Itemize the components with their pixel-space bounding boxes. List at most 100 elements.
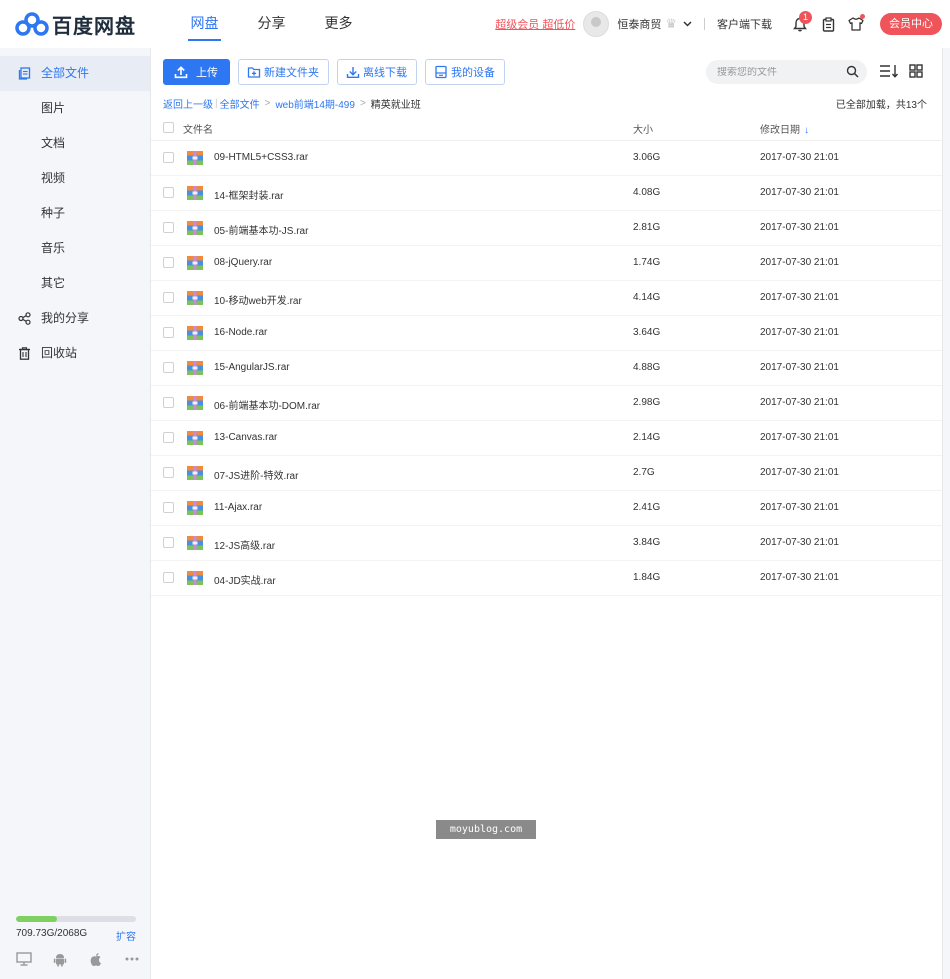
username[interactable]: 恒泰商贸 xyxy=(617,16,661,32)
sidebar-item-docs[interactable]: 文档 xyxy=(0,126,150,161)
row-checkbox[interactable] xyxy=(163,187,174,198)
apple-icon[interactable] xyxy=(88,952,104,968)
sort-icon[interactable] xyxy=(879,64,899,78)
avatar[interactable] xyxy=(583,11,610,37)
my-devices-button[interactable]: 我的设备 xyxy=(425,59,505,85)
breadcrumb-back[interactable]: 返回上一级 xyxy=(163,96,213,111)
clipboard-button[interactable] xyxy=(814,10,842,38)
table-row[interactable]: 14-框架封装.rar 4.08G 2017-07-30 21:01 xyxy=(151,176,942,211)
new-folder-label: 新建文件夹 xyxy=(264,67,319,79)
file-name[interactable]: 16-Node.rar xyxy=(214,327,267,338)
android-icon[interactable] xyxy=(52,952,68,968)
row-checkbox[interactable] xyxy=(163,572,174,583)
rar-file-icon xyxy=(187,291,203,305)
notification-button[interactable]: 1 xyxy=(786,10,814,38)
file-size: 2.7G xyxy=(633,467,655,478)
sidebar-item-recycle-bin[interactable]: 回收站 xyxy=(0,336,150,371)
column-header-size[interactable]: 大小 xyxy=(633,121,653,136)
logo[interactable]: 百度网盘 xyxy=(14,10,144,39)
file-name[interactable]: 13-Canvas.rar xyxy=(214,432,277,443)
sidebar-item-torrents[interactable]: 种子 xyxy=(0,196,150,231)
file-name[interactable]: 11-Ajax.rar xyxy=(214,502,262,513)
table-row[interactable]: 06-前端基本功-DOM.rar 2.98G 2017-07-30 21:01 xyxy=(151,386,942,421)
table-row[interactable]: 11-Ajax.rar 2.41G 2017-07-30 21:01 xyxy=(151,491,942,526)
breadcrumb-divider: | xyxy=(215,98,218,109)
file-name[interactable]: 15-AngularJS.rar xyxy=(214,362,290,373)
table-row[interactable]: 08-jQuery.rar 1.74G 2017-07-30 21:01 xyxy=(151,246,942,281)
sidebar-item-other[interactable]: 其它 xyxy=(0,266,150,301)
vip-promo-link[interactable]: 超级会员 超低价 xyxy=(495,16,575,32)
table-row[interactable]: 13-Canvas.rar 2.14G 2017-07-30 21:01 xyxy=(151,421,942,456)
sidebar-item-all-files[interactable]: 全部文件 xyxy=(0,56,150,91)
table-row[interactable]: 04-JD实战.rar 1.84G 2017-07-30 21:01 xyxy=(151,561,942,596)
row-checkbox[interactable] xyxy=(163,432,174,443)
breadcrumb-all-files[interactable]: 全部文件 xyxy=(220,96,260,111)
upload-button[interactable]: 上传 xyxy=(163,59,230,85)
table-row[interactable]: 15-AngularJS.rar 4.88G 2017-07-30 21:01 xyxy=(151,351,942,386)
row-checkbox[interactable] xyxy=(163,467,174,478)
row-checkbox[interactable] xyxy=(163,397,174,408)
load-status: 已全部加载，共13个 xyxy=(835,100,927,111)
nav-tab-disk[interactable]: 网盘 xyxy=(171,0,238,48)
rar-file-icon xyxy=(187,326,203,340)
sidebar-item-music[interactable]: 音乐 xyxy=(0,231,150,266)
file-date: 2017-07-30 21:01 xyxy=(760,222,839,233)
rar-file-icon xyxy=(187,361,203,375)
table-row[interactable]: 07-JS进阶-特效.rar 2.7G 2017-07-30 21:01 xyxy=(151,456,942,491)
table-row[interactable]: 12-JS高级.rar 3.84G 2017-07-30 21:01 xyxy=(151,526,942,561)
sidebar-item-label: 图片 xyxy=(41,101,66,115)
nav-tab-share[interactable]: 分享 xyxy=(238,0,305,48)
grid-view-icon[interactable] xyxy=(909,64,923,78)
table-row[interactable]: 10-移动web开发.rar 4.14G 2017-07-30 21:01 xyxy=(151,281,942,316)
search-box xyxy=(706,60,867,84)
file-name[interactable]: 08-jQuery.rar xyxy=(214,257,272,268)
sidebar-item-my-share[interactable]: 我的分享 xyxy=(0,301,150,336)
sidebar-item-images[interactable]: 图片 xyxy=(0,91,150,126)
file-name[interactable]: 09-HTML5+CSS3.rar xyxy=(214,152,308,163)
nav-tab-more[interactable]: 更多 xyxy=(305,0,372,48)
column-header-date[interactable]: 修改日期 ↓ xyxy=(760,121,809,136)
file-name[interactable]: 10-移动web开发.rar xyxy=(214,292,302,307)
row-checkbox[interactable] xyxy=(163,502,174,513)
row-checkbox[interactable] xyxy=(163,327,174,338)
row-checkbox[interactable] xyxy=(163,292,174,303)
column-header-name[interactable]: 文件名 xyxy=(183,121,213,136)
file-name[interactable]: 05-前端基本功-JS.rar xyxy=(214,222,308,237)
row-checkbox[interactable] xyxy=(163,257,174,268)
sidebar-item-label: 回收站 xyxy=(41,346,78,360)
new-folder-button[interactable]: 新建文件夹 xyxy=(238,59,329,85)
more-icon[interactable] xyxy=(124,952,140,968)
expand-storage-link[interactable]: 扩容 xyxy=(116,928,136,943)
table-row[interactable]: 09-HTML5+CSS3.rar 3.06G 2017-07-30 21:01 xyxy=(151,141,942,176)
search-input[interactable] xyxy=(717,66,842,78)
sidebar-item-videos[interactable]: 视频 xyxy=(0,161,150,196)
skin-button[interactable] xyxy=(842,10,870,38)
file-name[interactable]: 14-框架封装.rar xyxy=(214,187,283,202)
file-name[interactable]: 04-JD实战.rar xyxy=(214,572,276,587)
select-all-checkbox[interactable] xyxy=(163,122,174,133)
offline-download-label: 离线下载 xyxy=(363,67,407,79)
file-date: 2017-07-30 21:01 xyxy=(760,152,839,163)
clipboard-icon xyxy=(822,16,834,32)
client-download-link[interactable]: 客户端下载 xyxy=(717,16,772,32)
file-name[interactable]: 06-前端基本功-DOM.rar xyxy=(214,397,320,412)
row-checkbox[interactable] xyxy=(163,152,174,163)
table-header: 文件名 大小 修改日期 ↓ xyxy=(151,115,942,141)
row-checkbox[interactable] xyxy=(163,362,174,373)
cloud-logo-icon xyxy=(15,12,49,36)
table-row[interactable]: 16-Node.rar 3.64G 2017-07-30 21:01 xyxy=(151,316,942,351)
row-checkbox[interactable] xyxy=(163,537,174,548)
row-checkbox[interactable] xyxy=(163,222,174,233)
client-platforms xyxy=(16,952,140,968)
table-row[interactable]: 05-前端基本功-JS.rar 2.81G 2017-07-30 21:01 xyxy=(151,211,942,246)
file-size: 3.84G xyxy=(633,537,661,548)
desktop-icon[interactable] xyxy=(16,952,32,968)
offline-download-button[interactable]: 离线下载 xyxy=(337,59,417,85)
member-center-button[interactable]: 会员中心 xyxy=(880,13,942,35)
breadcrumb-parent[interactable]: web前端14期-499 xyxy=(275,96,354,111)
file-name[interactable]: 07-JS进阶-特效.rar xyxy=(214,467,298,482)
file-name[interactable]: 12-JS高级.rar xyxy=(214,537,275,552)
file-date: 2017-07-30 21:01 xyxy=(760,292,839,303)
chevron-down-icon[interactable] xyxy=(683,19,692,30)
search-icon[interactable] xyxy=(846,65,859,78)
